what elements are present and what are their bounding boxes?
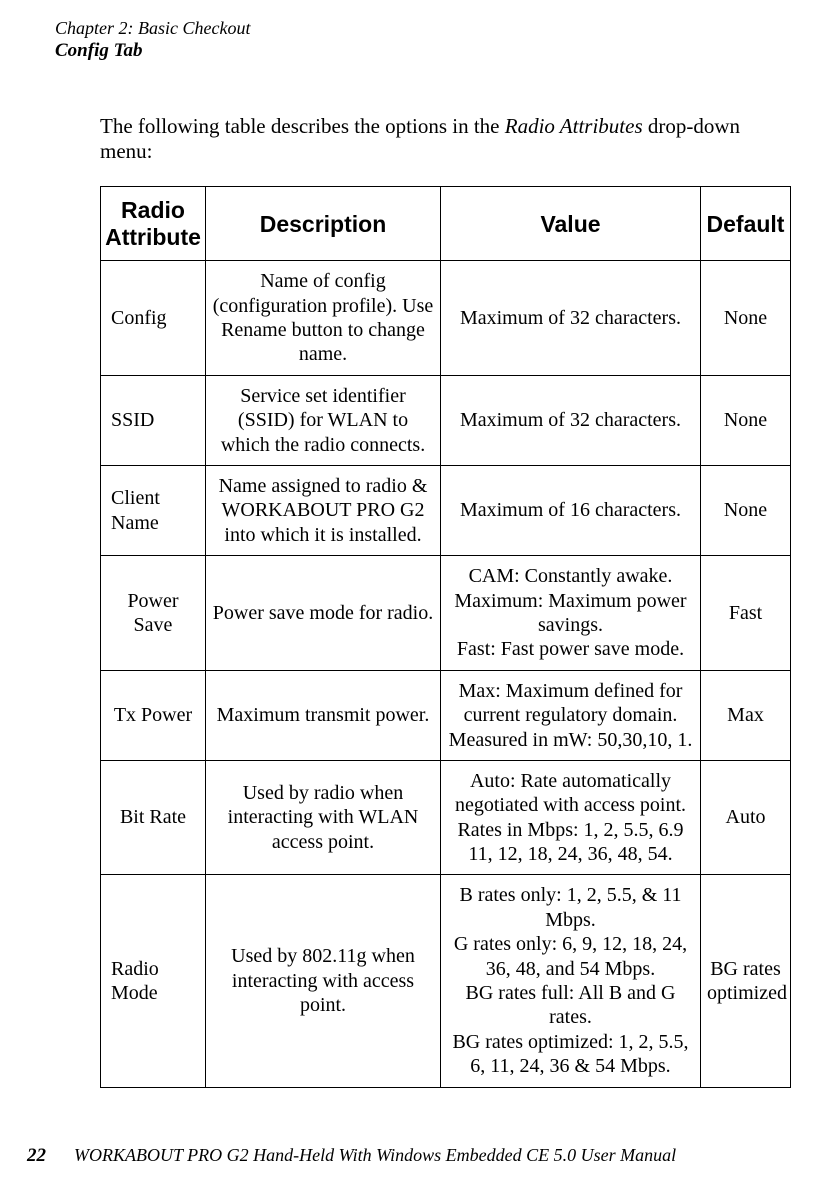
col-header-default: Default — [701, 187, 791, 261]
cell-description: Maximum transmit power. — [206, 670, 441, 760]
cell-description: Power save mode for radio. — [206, 556, 441, 671]
table-row: Tx PowerMaximum transmit power.Max: Maxi… — [101, 670, 791, 760]
intro-pre: The following table describes the option… — [100, 114, 505, 138]
cell-attribute: Config — [101, 261, 206, 376]
cell-value: Maximum of 16 characters. — [441, 466, 701, 556]
cell-default: None — [701, 466, 791, 556]
cell-description: Name of config (configuration profile). … — [206, 261, 441, 376]
chapter-label: Chapter 2: Basic Checkout — [55, 18, 793, 40]
cell-attribute: Radio Mode — [101, 875, 206, 1087]
page: Chapter 2: Basic Checkout Config Tab The… — [0, 0, 833, 1193]
cell-default: Fast — [701, 556, 791, 671]
cell-value: Maximum of 32 characters. — [441, 261, 701, 376]
header-block: Chapter 2: Basic Checkout Config Tab — [55, 18, 793, 62]
cell-default: None — [701, 261, 791, 376]
footer-text: WORKABOUT PRO G2 Hand-Held With Windows … — [74, 1145, 676, 1165]
cell-default: Auto — [701, 760, 791, 875]
cell-value: Maximum of 32 characters. — [441, 375, 701, 465]
intro-paragraph: The following table describes the option… — [100, 114, 793, 164]
col-header-value: Value — [441, 187, 701, 261]
table-row: Radio ModeUsed by 802.11g when interacti… — [101, 875, 791, 1087]
col-header-attribute: Radio Attribute — [101, 187, 206, 261]
cell-description: Name assigned to radio & WORKABOUT PRO G… — [206, 466, 441, 556]
cell-attribute: Power Save — [101, 556, 206, 671]
cell-value: CAM: Constantly awake. Maximum: Maximum … — [441, 556, 701, 671]
cell-description: Used by 802.11g when interacting with ac… — [206, 875, 441, 1087]
table-row: Power SavePower save mode for radio.CAM:… — [101, 556, 791, 671]
cell-value: Max: Maximum defined for current regulat… — [441, 670, 701, 760]
table-row: ConfigName of config (configuration prof… — [101, 261, 791, 376]
cell-default: None — [701, 375, 791, 465]
page-number: 22 — [27, 1145, 46, 1166]
cell-description: Service set identifier (SSID) for WLAN t… — [206, 375, 441, 465]
table-row: Client NameName assigned to radio & WORK… — [101, 466, 791, 556]
table-body: ConfigName of config (configuration prof… — [101, 261, 791, 1087]
footer: 22 WORKABOUT PRO G2 Hand-Held With Window… — [27, 1145, 676, 1167]
section-label: Config Tab — [55, 40, 793, 63]
col-header-description: Description — [206, 187, 441, 261]
cell-value: Auto: Rate automatically negotiated with… — [441, 760, 701, 875]
cell-default: Max — [701, 670, 791, 760]
cell-value: B rates only: 1, 2, 5.5, & 11 Mbps. G ra… — [441, 875, 701, 1087]
col-header-attribute-l1: Radio — [121, 197, 185, 223]
table-row: SSIDService set identifier (SSID) for WL… — [101, 375, 791, 465]
cell-attribute: Bit Rate — [101, 760, 206, 875]
table-row: Bit RateUsed by radio when interacting w… — [101, 760, 791, 875]
intro-italic: Radio Attributes — [505, 114, 643, 138]
table-header-row: Radio Attribute Description Value Defaul… — [101, 187, 791, 261]
cell-default: BG rates optimized — [701, 875, 791, 1087]
cell-attribute: Client Name — [101, 466, 206, 556]
col-header-attribute-l2: Attribute — [105, 224, 201, 250]
cell-attribute: Tx Power — [101, 670, 206, 760]
cell-description: Used by radio when interacting with WLAN… — [206, 760, 441, 875]
radio-attributes-table: Radio Attribute Description Value Defaul… — [100, 186, 791, 1087]
cell-attribute: SSID — [101, 375, 206, 465]
